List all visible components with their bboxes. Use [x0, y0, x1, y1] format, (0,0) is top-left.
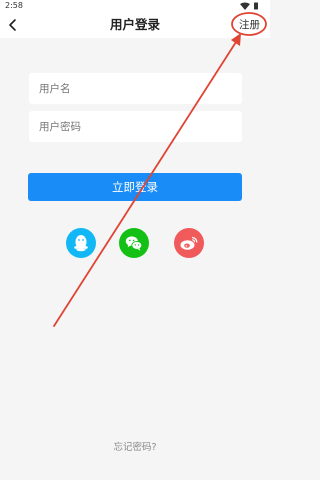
- username-input[interactable]: [29, 73, 242, 104]
- wechat-login-button[interactable]: [119, 228, 149, 258]
- forgot-password-link[interactable]: 忘记密码?: [0, 439, 270, 453]
- register-button[interactable]: 注册: [239, 17, 260, 33]
- login-button[interactable]: 立即登录: [28, 173, 242, 201]
- password-input[interactable]: [29, 111, 242, 142]
- battery-icon: [254, 2, 258, 10]
- weibo-login-button[interactable]: [174, 228, 204, 258]
- username-field-container: [29, 73, 242, 104]
- password-field-container: [29, 111, 242, 142]
- nav-bar: 用户登录 注册: [0, 12, 270, 38]
- status-time: 2:58: [5, 1, 23, 10]
- page-title: 用户登录: [109, 17, 160, 32]
- qq-icon: [74, 235, 88, 252]
- weibo-icon: [180, 236, 198, 250]
- status-icons: [240, 2, 258, 10]
- wechat-icon: [125, 236, 143, 251]
- status-bar: 2:58: [0, 0, 270, 12]
- qq-login-button[interactable]: [66, 228, 96, 258]
- wifi-icon: [240, 2, 250, 10]
